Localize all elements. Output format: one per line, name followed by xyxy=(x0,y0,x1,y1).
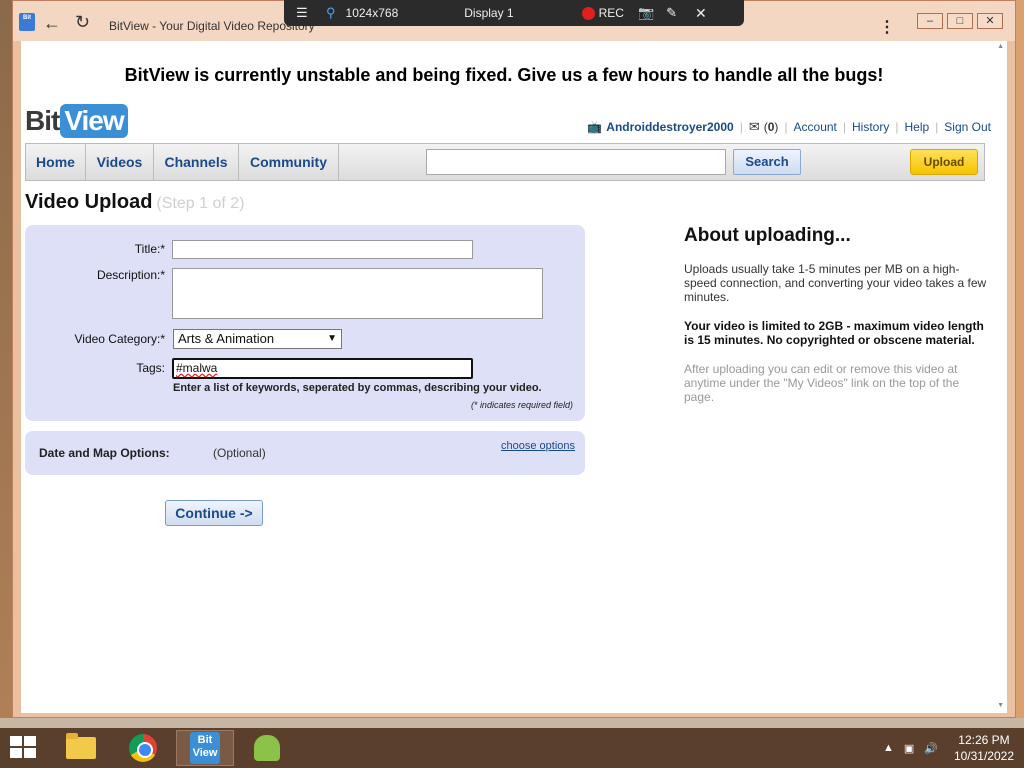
required-note: (* indicates required field) xyxy=(470,400,573,410)
close-button[interactable]: ✕ xyxy=(977,13,1003,29)
tags-value: #malwa xyxy=(176,361,218,375)
continue-button[interactable]: Continue -> xyxy=(165,500,263,526)
resolution-label: 1024x768 xyxy=(345,6,399,20)
volume-icon[interactable]: 🔊 xyxy=(924,742,938,755)
search-button[interactable]: Search xyxy=(733,149,801,175)
display-selector[interactable]: Display 1 xyxy=(464,6,513,20)
clock[interactable]: 12:26 PM 10/31/2022 xyxy=(954,732,1014,764)
back-arrow-icon[interactable]: ← xyxy=(43,14,61,32)
page-title-text: Video Upload xyxy=(25,191,153,213)
separator: | xyxy=(739,120,743,134)
windows-start-icon[interactable] xyxy=(10,736,38,760)
date-map-panel: Date and Map Options: (Optional) choose … xyxy=(25,431,585,475)
tags-input[interactable]: #malwa xyxy=(172,358,473,379)
category-label: Video Category:* xyxy=(74,332,165,346)
sign-out-link[interactable]: Sign Out xyxy=(944,120,991,134)
history-link[interactable]: History xyxy=(852,120,889,134)
main-nav: Home Videos Channels Community Search Up… xyxy=(25,143,985,181)
chrome-icon xyxy=(129,734,157,762)
account-link[interactable]: Account xyxy=(794,120,837,134)
separator: | xyxy=(935,120,939,134)
nav-tab-videos[interactable]: Videos xyxy=(86,144,154,180)
maximize-button[interactable]: □ xyxy=(947,13,973,29)
help-link[interactable]: Help xyxy=(904,120,929,134)
bitview-icon-bottom: View xyxy=(192,747,218,759)
taskbar-explorer[interactable] xyxy=(52,730,110,766)
status-banner: BitView is currently unstable and being … xyxy=(124,65,884,85)
window-controls: – □ ✕ xyxy=(917,13,1003,29)
user-bar: 📺 Androiddestroyer2000 | ✉ (0) | Account… xyxy=(587,119,991,135)
logo-view-text: View xyxy=(60,104,128,138)
nav-tab-home[interactable]: Home xyxy=(26,144,86,180)
folder-icon xyxy=(66,733,96,759)
record-icon[interactable] xyxy=(581,6,595,20)
search-input[interactable] xyxy=(426,149,726,175)
taskbar-chrome[interactable] xyxy=(114,730,172,766)
about-paragraph-1: Uploads usually take 1-5 minutes per MB … xyxy=(684,262,987,304)
page-title: Video Upload (Step 1 of 2) xyxy=(25,191,244,214)
close-icon[interactable]: ✕ xyxy=(695,5,707,22)
bitview-icon: Bit View xyxy=(190,732,220,764)
description-label: Description:* xyxy=(96,268,165,282)
separator: | xyxy=(784,120,788,134)
reload-icon[interactable]: ↻ xyxy=(75,13,90,31)
browser-window: Bit ← ↻ BitView - Your Digital Video Rep… xyxy=(12,0,1016,718)
upload-button[interactable]: Upload xyxy=(910,149,978,175)
vertical-scrollbar[interactable]: ▲ ▼ xyxy=(995,41,1007,713)
record-label[interactable]: REC xyxy=(599,6,624,20)
step-indicator: (Step 1 of 2) xyxy=(156,195,245,212)
mail-count[interactable]: 0 xyxy=(768,120,775,134)
minimize-button[interactable]: – xyxy=(917,13,943,29)
about-title: About uploading... xyxy=(684,225,851,246)
about-paragraph-2: Your video is limited to 2GB - maximum v… xyxy=(684,319,984,347)
taskbar-bitview[interactable]: Bit View xyxy=(176,730,234,766)
logo-bit-text: Bit xyxy=(25,105,60,136)
desktop-background xyxy=(0,0,12,730)
tags-hint: Enter a list of keywords, seperated by c… xyxy=(173,382,542,394)
tv-icon: 📺 xyxy=(587,120,603,134)
network-icon[interactable]: ▣ xyxy=(904,742,914,755)
android-icon xyxy=(254,735,280,761)
nav-tab-community[interactable]: Community xyxy=(239,144,339,180)
tags-label: Tags: xyxy=(136,361,165,375)
scroll-down-icon[interactable]: ▼ xyxy=(997,702,1004,709)
chevron-up-icon[interactable]: ▲ xyxy=(883,742,894,754)
remote-display-toolbar: ☰ ⚲ 1024x768 Display 1 REC 📷 ✎ ✕ xyxy=(284,0,744,26)
app-icon: Bit xyxy=(19,13,35,31)
system-tray: ▲ ▣ 🔊 12:26 PM 10/31/2022 xyxy=(883,732,1014,764)
description-textarea[interactable] xyxy=(172,268,543,319)
scroll-up-icon[interactable]: ▲ xyxy=(997,43,1004,50)
title-input[interactable] xyxy=(172,240,473,259)
bitview-logo[interactable]: Bit View xyxy=(25,104,128,138)
username-link[interactable]: Androiddestroyer2000 xyxy=(606,120,733,134)
mail-count-close: ) xyxy=(774,120,779,134)
pen-icon[interactable]: ✎ xyxy=(666,5,677,21)
web-page: BitView is currently unstable and being … xyxy=(21,41,1007,713)
category-select[interactable]: Arts & Animation ▼ xyxy=(173,329,342,349)
separator: | xyxy=(895,120,899,134)
nav-tab-channels[interactable]: Channels xyxy=(154,144,239,180)
separator: | xyxy=(842,120,847,134)
clock-time: 12:26 PM xyxy=(958,733,1010,747)
bitview-icon-top: Bit xyxy=(197,734,213,746)
title-label: Title:* xyxy=(134,242,165,256)
desktop-background-right xyxy=(1016,0,1024,730)
clock-date: 10/31/2022 xyxy=(953,749,1014,763)
date-map-optional: (Optional) xyxy=(213,446,266,460)
pin-icon[interactable]: ⚲ xyxy=(326,5,336,21)
upload-form-panel: Title:* Description:* Video Category:* A… xyxy=(25,225,585,421)
mail-icon[interactable]: ✉ xyxy=(749,119,760,135)
taskbar: Bit View ▲ ▣ 🔊 12:26 PM 10/31/2022 xyxy=(0,728,1024,768)
category-value: Arts & Animation xyxy=(178,331,275,346)
choose-options-link[interactable]: choose options xyxy=(501,440,575,452)
taskbar-android[interactable] xyxy=(238,730,296,766)
date-map-label: Date and Map Options: xyxy=(39,446,170,460)
kebab-menu-icon[interactable]: ⋮ xyxy=(879,17,895,37)
about-paragraph-3: After uploading you can edit or remove t… xyxy=(684,362,960,404)
menu-icon[interactable]: ☰ xyxy=(296,5,308,21)
camera-icon[interactable]: 📷 xyxy=(638,5,654,21)
chevron-down-icon: ▼ xyxy=(327,333,337,344)
